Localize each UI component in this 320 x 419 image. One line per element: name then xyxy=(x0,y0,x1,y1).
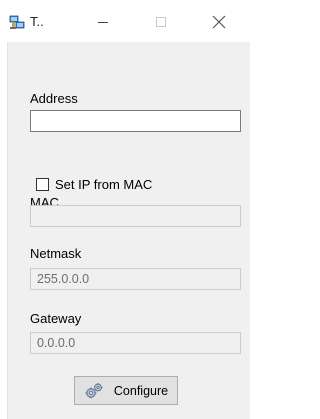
minimize-icon xyxy=(98,22,108,23)
address-input[interactable] xyxy=(30,110,241,132)
gateway-input xyxy=(30,332,241,354)
window-title: T.. xyxy=(30,14,44,29)
netmask-label: Netmask xyxy=(30,246,82,261)
mac-input xyxy=(30,205,241,227)
maximize-button[interactable] xyxy=(138,8,184,36)
title-bar[interactable]: T.. xyxy=(0,0,249,42)
configure-button[interactable]: Configure xyxy=(74,376,178,405)
gateway-label: Gateway xyxy=(30,311,82,326)
minimize-button[interactable] xyxy=(80,8,126,36)
set-ip-from-mac-checkbox[interactable] xyxy=(36,178,49,191)
gears-icon xyxy=(85,382,103,398)
maximize-icon xyxy=(156,17,166,27)
close-button[interactable] xyxy=(196,8,242,36)
netmask-input xyxy=(30,268,241,290)
set-ip-from-mac-label[interactable]: Set IP from MAC xyxy=(55,177,152,193)
close-icon xyxy=(212,15,226,29)
configure-button-label: Configure xyxy=(113,383,169,398)
address-label: Address xyxy=(30,91,78,106)
network-app-icon xyxy=(9,15,25,29)
